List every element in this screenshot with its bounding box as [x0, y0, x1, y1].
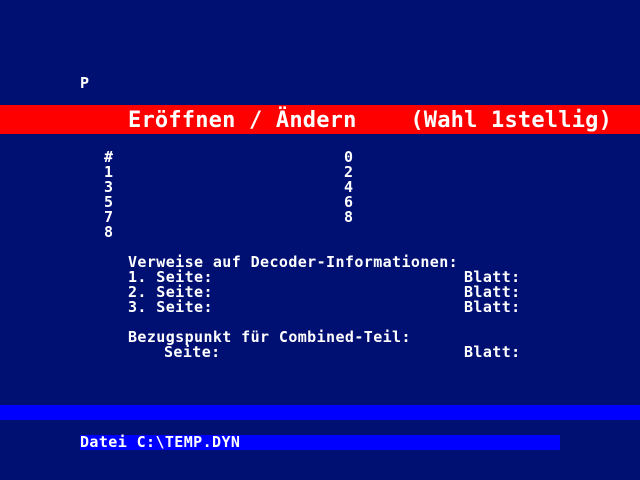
option-key-8-right[interactable]: 8	[344, 210, 353, 225]
decoder-blatt-3-label: Blatt:	[464, 298, 521, 316]
combined-seite-label: Seite:	[164, 343, 221, 361]
option-key-8-left[interactable]: 8	[104, 225, 113, 240]
file-path-label: Datei C:\TEMP.DYN	[80, 433, 241, 451]
status-bar: Datei C:\TEMP.DYN	[80, 435, 560, 450]
title-bar: Eröffnen / Ändern (Wahl 1stellig)	[0, 105, 640, 134]
divider-bar	[0, 405, 640, 420]
combined-blatt-label: Blatt:	[464, 343, 521, 361]
page-title: Eröffnen / Ändern (Wahl 1stellig)	[128, 108, 613, 133]
decoder-seite-3-label: 3. Seite:	[128, 298, 213, 316]
mode-indicator: P	[80, 74, 90, 92]
